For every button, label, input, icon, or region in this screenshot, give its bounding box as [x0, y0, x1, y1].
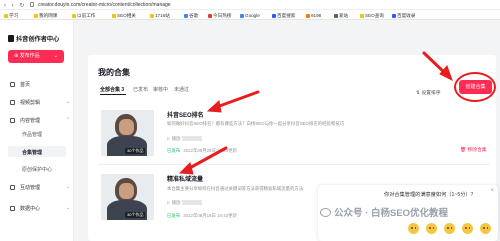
emoji-rating-2[interactable] [426, 223, 437, 234]
arrow-to-seo-collection [212, 90, 260, 110]
survey-question: 你对合集管理的满意度如何（1~5分）？ [384, 192, 476, 198]
wechat-icon [320, 208, 331, 217]
emoji-rating-4[interactable] [462, 223, 473, 234]
emoji-rating-5[interactable] [480, 223, 491, 234]
emoji-rating-1[interactable] [408, 223, 419, 234]
emoji-rating-3[interactable] [444, 223, 455, 234]
watermark: 公众号 · 白杨SEO优化教程 [320, 205, 448, 219]
close-icon[interactable]: × [490, 188, 494, 194]
arrow-to-private-collection [184, 146, 228, 172]
